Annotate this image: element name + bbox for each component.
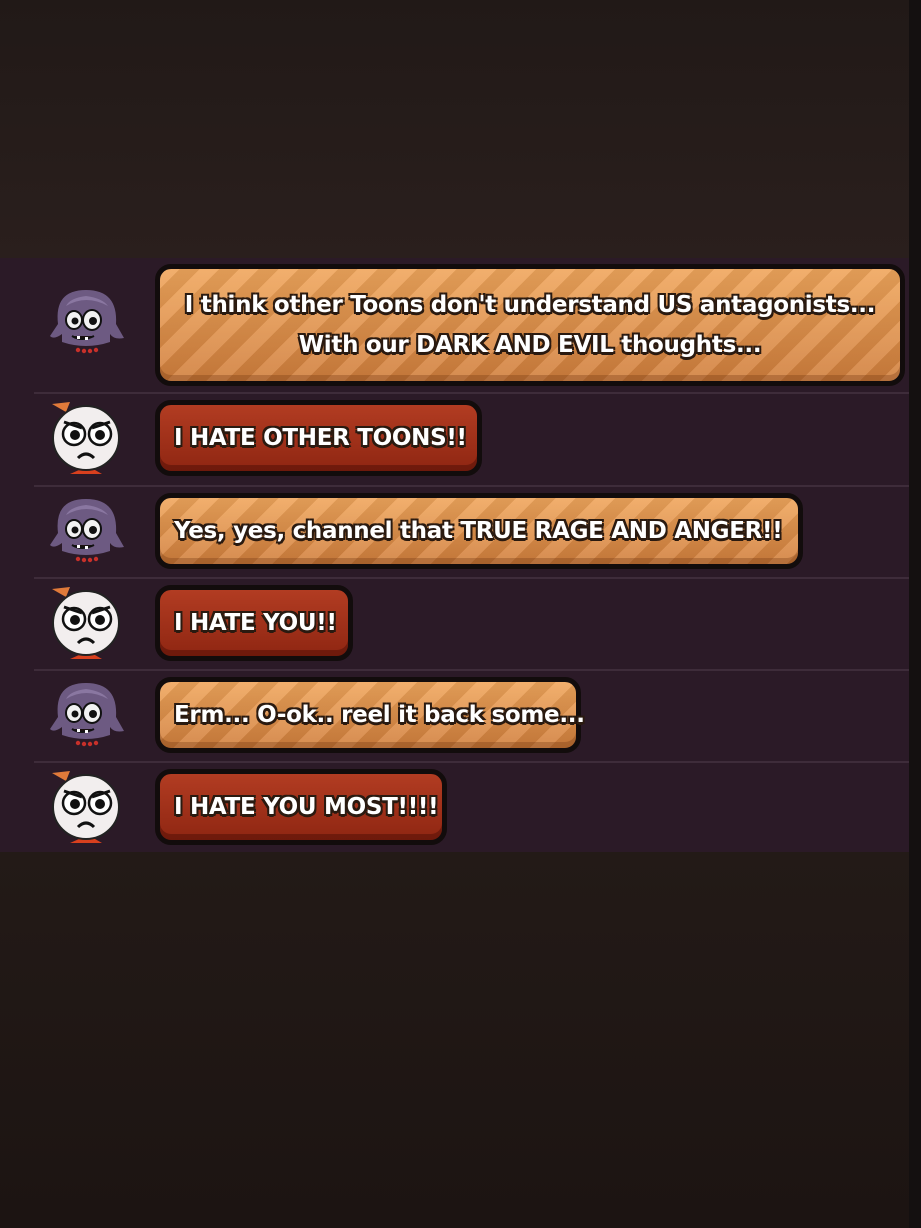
chat-message-line: With our DARK AND EVIL thoughts... [298,332,762,358]
chat-bubble: Yes, yes, channel that TRUE RAGE AND ANG… [155,493,803,569]
top-empty-area [0,0,921,258]
chat-message-row: I HATE YOU!! [0,579,921,669]
purple-toon-avatar-icon [44,673,128,757]
chat-message-line: I HATE YOU!! [174,610,337,636]
purple-toon-avatar-icon [44,489,128,573]
chat-bubble: I HATE OTHER TOONS!! [155,400,482,476]
chat-bubble: Erm... O-ok.. reel it back some... [155,677,585,753]
chat-message-row: Erm... O-ok.. reel it back some... [0,671,921,761]
bottom-empty-area [0,852,921,1228]
white-toon-avatar-icon [44,583,128,667]
chat-message-line: I HATE YOU MOST!!!! [174,794,439,820]
chat-message-row: I HATE YOU MOST!!!! [0,763,921,852]
right-edge-strip [909,0,921,1228]
white-toon-avatar-icon [44,398,128,482]
chat-message-row: Yes, yes, channel that TRUE RAGE AND ANG… [0,487,921,577]
chat-message-row: I think other Toons don't understand US … [0,258,921,392]
chat-panel: I think other Toons don't understand US … [0,258,921,852]
chat-message-line: Yes, yes, channel that TRUE RAGE AND ANG… [174,518,783,544]
chat-bubble: I think other Toons don't understand US … [155,264,905,386]
chat-message-line: I think other Toons don't understand US … [184,292,876,318]
chat-message-line: I HATE OTHER TOONS!! [174,425,467,451]
chat-bubble: I HATE YOU!! [155,585,353,661]
white-toon-avatar-icon [44,767,128,851]
chat-message-row: I HATE OTHER TOONS!! [0,394,921,485]
purple-toon-avatar-icon [44,280,128,364]
chat-message-line: Erm... O-ok.. reel it back some... [174,702,585,728]
chat-bubble: I HATE YOU MOST!!!! [155,769,447,845]
